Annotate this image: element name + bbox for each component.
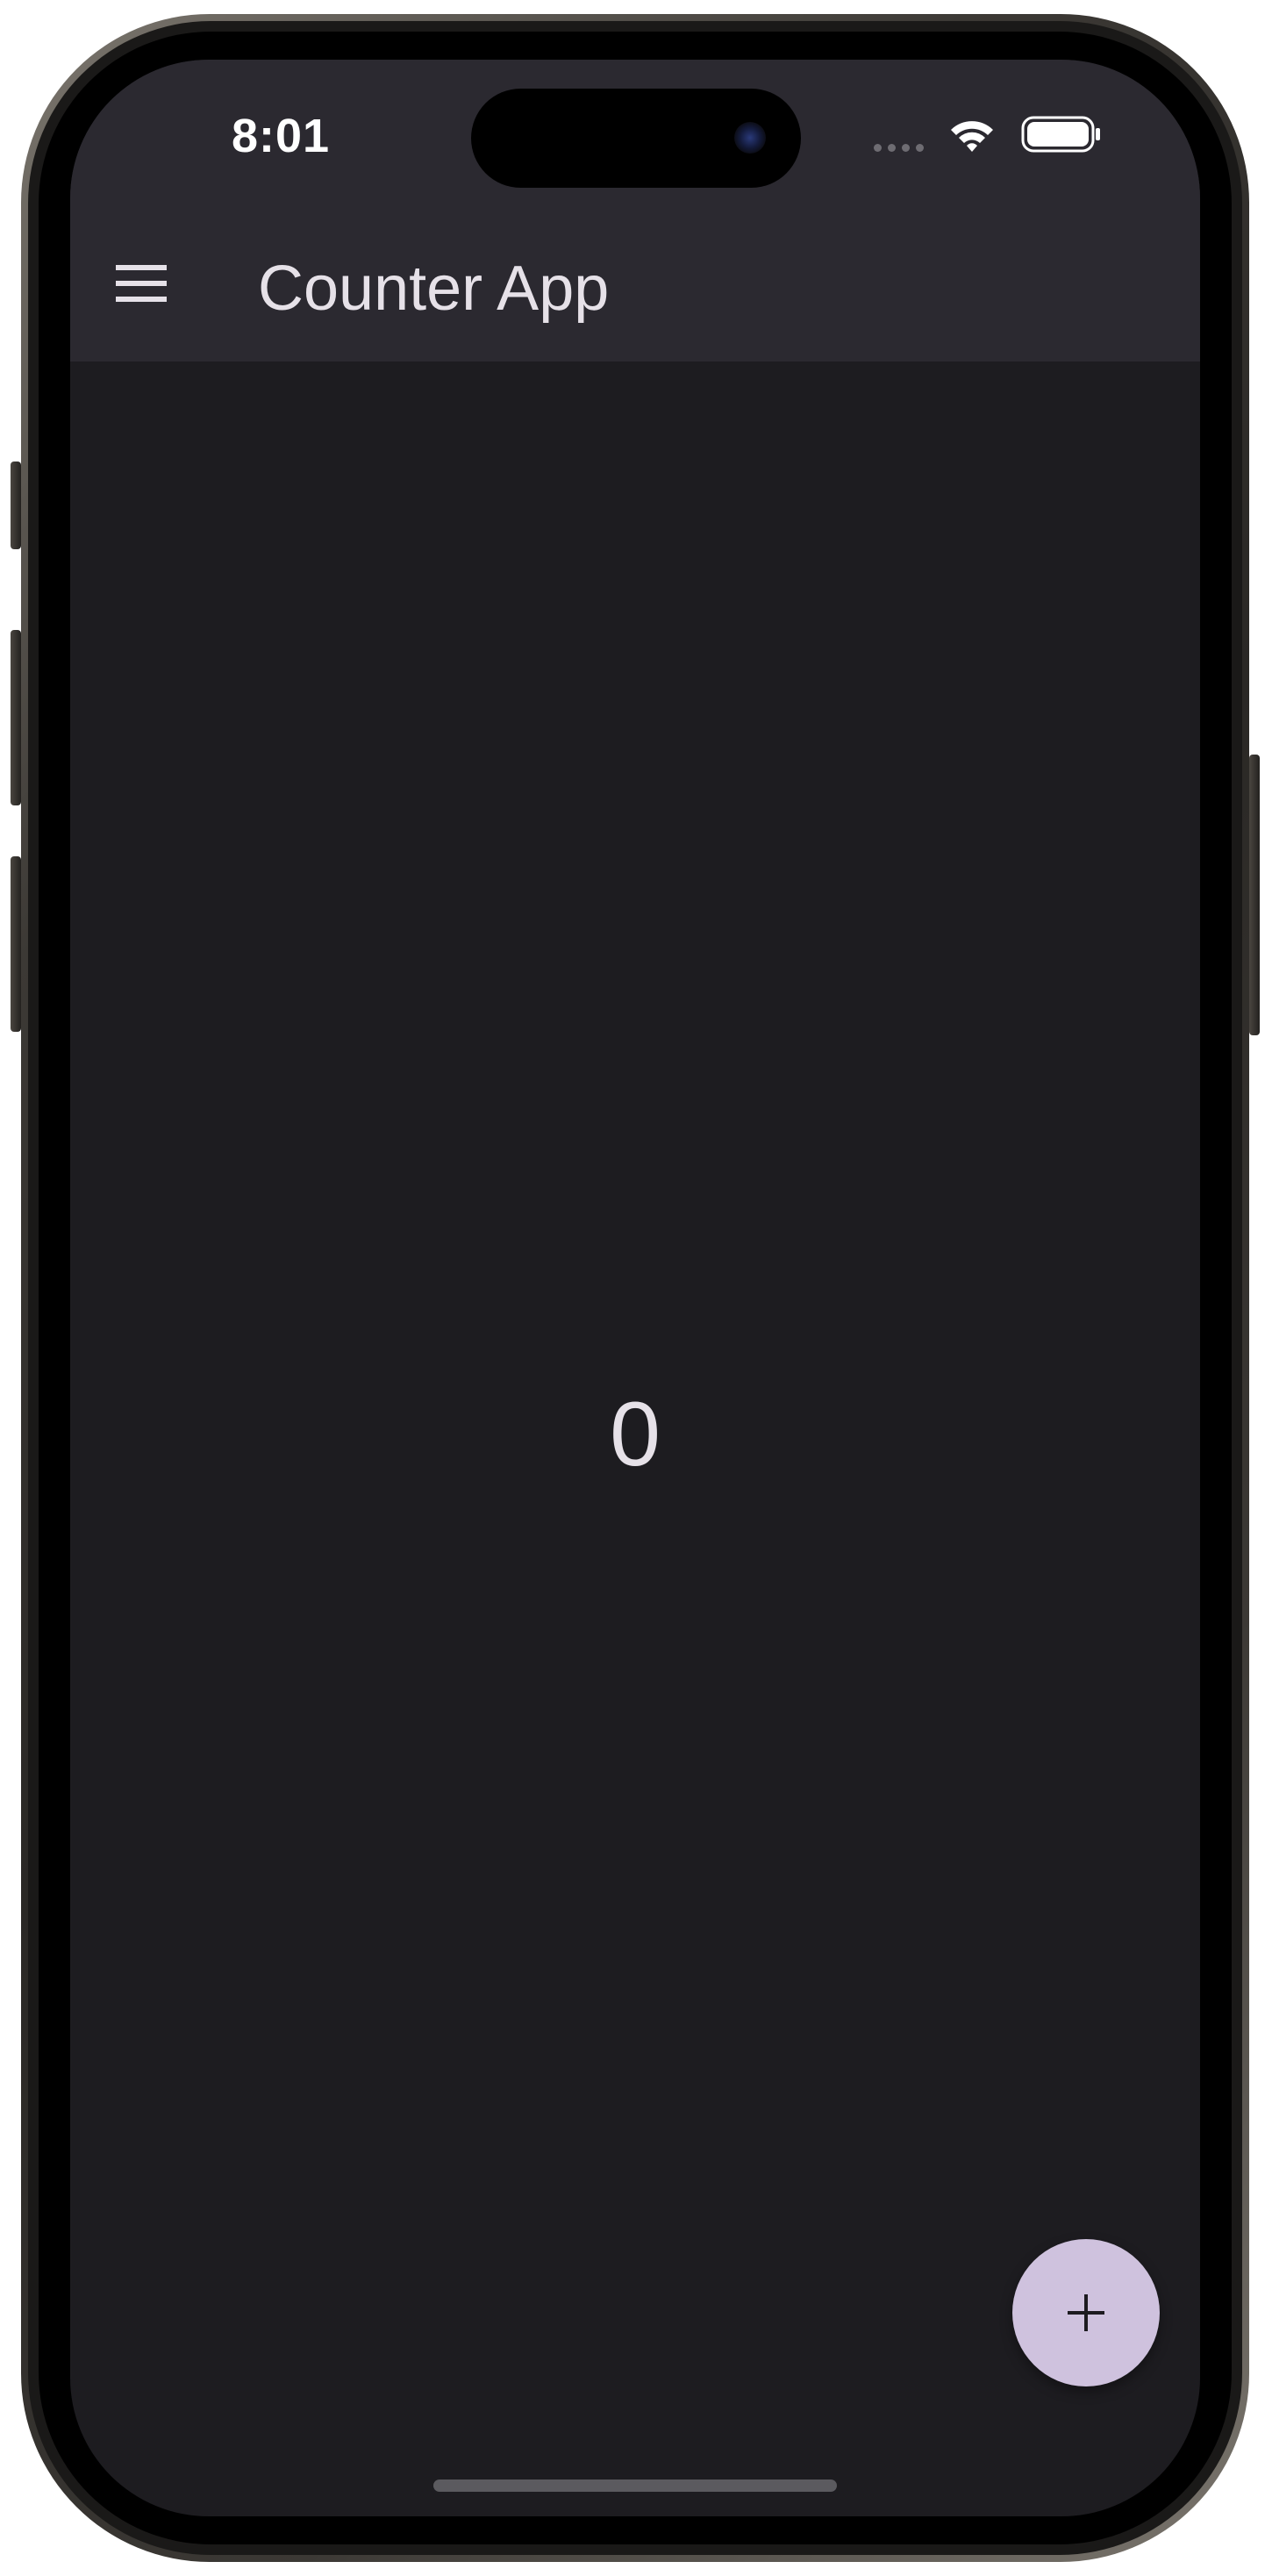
action-button [11,462,21,549]
app-bar: 8:01 Counter App [70,60,1200,361]
app-screen: 8:01 Counter App 0 [70,60,1200,2516]
device-canvas: 8:01 Counter App 0 [0,0,1272,2576]
battery-icon [1021,116,1100,153]
cellular-signal-icon [874,144,924,152]
volume-up-button [11,630,21,805]
dynamic-island [471,89,801,188]
power-button [1249,755,1260,1035]
increment-button[interactable] [1012,2239,1160,2386]
counter-value: 0 [610,1384,661,1485]
plus-icon [1068,2294,1104,2331]
hamburger-menu-icon[interactable] [116,263,167,304]
volume-down-button [11,856,21,1032]
front-camera [734,122,766,154]
home-indicator[interactable] [433,2479,837,2492]
wifi-icon [951,121,993,152]
status-time: 8:01 [232,110,331,162]
app-title: Counter App [258,254,610,324]
